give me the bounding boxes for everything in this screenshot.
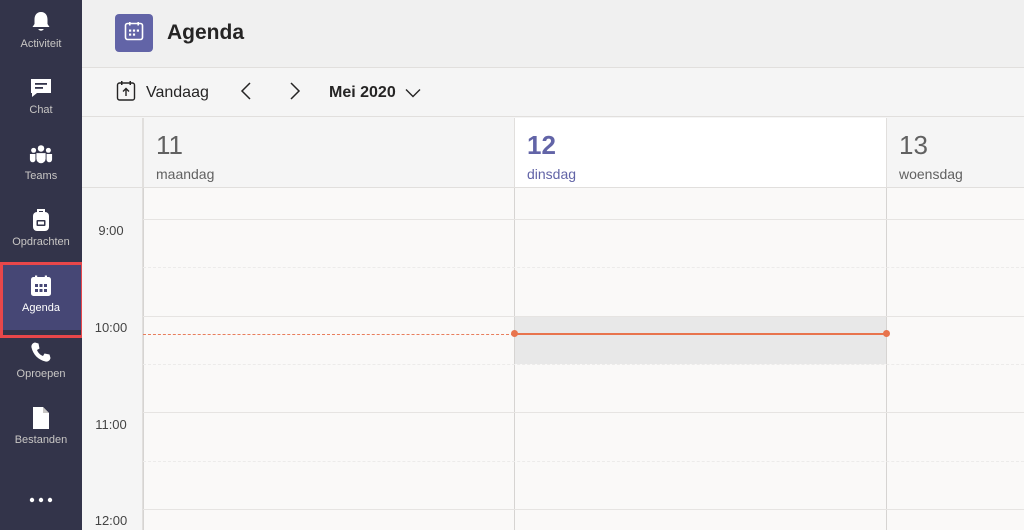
time-label: 12:00 — [94, 513, 128, 528]
current-time-slot — [515, 316, 886, 364]
nav-item-label: Activiteit — [20, 38, 62, 50]
time-label: 10:00 — [94, 320, 128, 335]
day-name: woensdag — [899, 166, 963, 182]
time-gutter-header — [82, 118, 143, 188]
app-bar: Activiteit Chat Teams Opdrachten Agenda … — [0, 0, 82, 530]
current-time-dot — [883, 330, 890, 337]
current-time-line-past — [143, 334, 514, 335]
today-label: Vandaag — [146, 84, 209, 101]
bell-icon — [29, 10, 53, 34]
next-button[interactable] — [283, 81, 307, 105]
phone-icon — [29, 340, 53, 364]
day-header-monday[interactable]: 11 maandag — [143, 118, 514, 188]
day-header-tuesday[interactable]: 12 dinsdag — [514, 118, 886, 188]
chevron-right-icon — [289, 81, 301, 106]
day-header-wednesday[interactable]: 13 woensdag — [886, 118, 1024, 188]
previous-button[interactable] — [234, 81, 258, 105]
time-grid: 9:00 10:00 11:00 12:00 — [82, 188, 1024, 530]
hour-line — [143, 219, 1024, 220]
half-hour-line — [143, 461, 1024, 462]
day-number: 12 — [527, 130, 556, 160]
time-label: 9:00 — [98, 223, 124, 238]
nav-item-agenda[interactable]: Agenda — [0, 264, 82, 330]
hour-line — [143, 412, 1024, 413]
page-title: Agenda — [167, 21, 245, 44]
calendar-icon — [124, 21, 144, 46]
current-time-line — [514, 333, 886, 335]
nav-item-activiteit[interactable]: Activiteit — [0, 0, 82, 66]
app-tile — [115, 14, 153, 52]
half-hour-line — [143, 364, 1024, 365]
half-hour-line — [143, 267, 1024, 268]
day-name: dinsdag — [527, 166, 577, 182]
today-button[interactable]: Vandaag — [116, 80, 209, 106]
nav-item-label: Opdrachten — [12, 236, 70, 248]
nav-item-oproepen[interactable]: Oproepen — [0, 330, 82, 396]
nav-item-label: Teams — [24, 170, 58, 182]
calendar-today-icon — [116, 80, 136, 107]
hour-line — [143, 316, 1024, 317]
day-name: maandag — [156, 166, 215, 182]
day-number: 11 — [156, 130, 183, 160]
page-header: Agenda — [82, 0, 1024, 68]
time-label: 11:00 — [95, 417, 127, 432]
nav-item-label: Chat — [29, 104, 53, 116]
current-time-dot — [511, 330, 518, 337]
nav-item-bestanden[interactable]: Bestanden — [0, 396, 82, 462]
chevron-down-icon — [405, 88, 421, 98]
day-column-monday[interactable] — [143, 188, 514, 530]
day-number: 13 — [899, 130, 928, 160]
day-column-wednesday[interactable] — [886, 188, 1024, 530]
chat-icon — [29, 76, 53, 100]
calendar-icon — [29, 274, 53, 298]
nav-item-label: Oproepen — [16, 368, 66, 380]
more-apps-button[interactable] — [0, 484, 82, 514]
time-column: 9:00 10:00 11:00 12:00 — [82, 188, 143, 530]
calendar-view: 11 maandag 12 dinsdag 13 woensdag 9:00 1… — [82, 118, 1024, 530]
month-picker[interactable]: Mei 2020 — [329, 81, 421, 105]
file-icon — [29, 406, 53, 430]
nav-item-opdrachten[interactable]: Opdrachten — [0, 198, 82, 264]
nav-item-chat[interactable]: Chat — [0, 66, 82, 132]
nav-item-label: Bestanden — [14, 434, 68, 446]
more-dots-icon — [29, 490, 53, 508]
nav-item-teams[interactable]: Teams — [0, 132, 82, 198]
nav-item-label: Agenda — [22, 302, 60, 314]
teams-icon — [29, 142, 53, 166]
calendar-toolbar: Vandaag Mei 2020 — [82, 69, 1024, 117]
chevron-left-icon — [240, 81, 252, 106]
hour-line — [143, 509, 1024, 510]
month-label: Mei 2020 — [329, 84, 396, 101]
backpack-icon — [29, 208, 53, 232]
